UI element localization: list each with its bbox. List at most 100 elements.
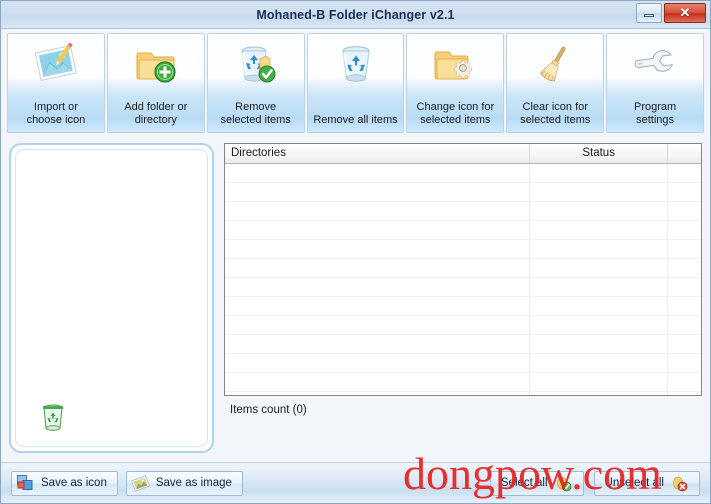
toolbar-button-change-icon-for-selected-items[interactable]: Change icon for selected items bbox=[406, 33, 505, 133]
table-cell-extra bbox=[667, 220, 701, 240]
recycle-bin-icon bbox=[333, 40, 379, 88]
save-image-icon bbox=[130, 474, 150, 493]
bottom-toolbar: Save as icon Save as image Select all Un… bbox=[1, 448, 710, 503]
toolbar-label-remove-selected-items: Remove selected items bbox=[220, 101, 291, 126]
unselect-all-label: Unselect all bbox=[604, 477, 664, 489]
table-cell-dir bbox=[225, 296, 531, 316]
table-cell-status bbox=[529, 163, 669, 183]
column-header-status[interactable]: Status bbox=[529, 144, 669, 164]
column-header-extra[interactable] bbox=[667, 144, 701, 164]
table-row[interactable] bbox=[225, 353, 701, 373]
table-cell-dir bbox=[225, 315, 531, 335]
window-controls: ✕ bbox=[636, 3, 706, 23]
table-cell-extra bbox=[667, 277, 701, 297]
toolbar-label-clear-icon-for-selected-items: Clear icon for selected items bbox=[520, 101, 591, 126]
table-cell-extra bbox=[667, 163, 701, 183]
column-header-directories[interactable]: Directories bbox=[225, 144, 531, 164]
folder-gear-icon bbox=[432, 40, 478, 88]
toolbar-label-program-settings: Program settings bbox=[633, 101, 677, 126]
main-content: Directories Status Items count (0) bbox=[1, 133, 710, 462]
table-cell-status bbox=[529, 201, 669, 221]
table-cell-status bbox=[529, 315, 669, 335]
toolbar-label-remove-all-items: Remove all items bbox=[313, 113, 398, 126]
recycle-bin-check-icon bbox=[233, 40, 279, 88]
directories-table: Directories Status bbox=[225, 144, 701, 395]
icon-preview-panel[interactable] bbox=[9, 143, 214, 453]
picture-icon bbox=[33, 40, 79, 88]
toolbar-label-change-icon-for-selected-items: Change icon for selected items bbox=[416, 101, 495, 126]
save-as-image-button[interactable]: Save as image bbox=[125, 470, 243, 496]
table-cell-status bbox=[529, 239, 669, 259]
select-all-icon bbox=[554, 474, 573, 493]
table-cell-extra bbox=[667, 353, 701, 373]
table-cell-extra bbox=[667, 182, 701, 202]
table-cell-status bbox=[529, 182, 669, 202]
toolbar-button-import-or-choose-icon[interactable]: Import or choose icon bbox=[7, 33, 105, 133]
table-cell-status bbox=[529, 353, 669, 373]
table-row[interactable] bbox=[225, 201, 701, 221]
table-cell-dir bbox=[225, 334, 531, 354]
close-button[interactable]: ✕ bbox=[664, 3, 706, 23]
table-cell-extra bbox=[667, 334, 701, 354]
table-cell-dir bbox=[225, 163, 531, 183]
table-cell-extra bbox=[667, 315, 701, 335]
save-icon-icon bbox=[16, 474, 35, 493]
selection-buttons: Select all Unselect all bbox=[489, 470, 700, 496]
main-toolbar: Import or choose icon Add folder or dire… bbox=[7, 33, 705, 133]
table-row[interactable] bbox=[225, 258, 701, 278]
toolbar-button-remove-all-items[interactable]: Remove all items bbox=[306, 33, 405, 133]
unselect-all-icon bbox=[670, 474, 689, 493]
minimize-button[interactable] bbox=[636, 3, 662, 23]
table-header: Directories Status bbox=[225, 144, 701, 164]
toolbar-label-import-or-choose-icon: Import or choose icon bbox=[26, 101, 86, 126]
toolbar-label-add-folder-or-directory: Add folder or directory bbox=[124, 101, 188, 126]
unselect-all-button[interactable]: Unselect all bbox=[593, 470, 700, 496]
table-cell-extra bbox=[667, 296, 701, 316]
toolbar-button-add-folder-or-directory[interactable]: Add folder or directory bbox=[106, 33, 205, 133]
toolbar-button-remove-selected-items[interactable]: Remove selected items bbox=[206, 33, 305, 133]
table-cell-dir bbox=[225, 258, 531, 278]
table-cell-dir bbox=[225, 201, 531, 221]
wrench-icon bbox=[632, 40, 678, 88]
table-cell-status bbox=[529, 296, 669, 316]
application-window: Mohaned-B Folder iChanger v2.1 ✕ Import … bbox=[0, 0, 711, 504]
table-cell-extra bbox=[667, 258, 701, 278]
icon-preview-canvas[interactable] bbox=[15, 149, 208, 447]
table-row[interactable] bbox=[225, 372, 701, 392]
table-cell-status bbox=[529, 277, 669, 297]
save-as-icon-button[interactable]: Save as icon bbox=[11, 470, 118, 496]
table-cell-dir bbox=[225, 220, 531, 240]
table-cell-dir bbox=[225, 353, 531, 373]
table-row[interactable] bbox=[225, 296, 701, 316]
table-cell-status bbox=[529, 334, 669, 354]
table-row[interactable] bbox=[225, 315, 701, 335]
table-cell-status bbox=[529, 220, 669, 240]
table-cell-extra bbox=[667, 372, 701, 392]
table-cell-dir bbox=[225, 239, 531, 259]
table-row[interactable] bbox=[225, 220, 701, 240]
table-cell-extra bbox=[667, 201, 701, 221]
select-all-button[interactable]: Select all bbox=[489, 470, 584, 496]
close-icon: ✕ bbox=[679, 5, 691, 20]
table-row[interactable] bbox=[225, 163, 701, 183]
table-row[interactable] bbox=[225, 277, 701, 297]
table-cell-status bbox=[529, 258, 669, 278]
table-cell-dir bbox=[225, 372, 531, 392]
table-row[interactable] bbox=[225, 182, 701, 202]
items-count-label: Items count (0) bbox=[230, 404, 307, 416]
table-row[interactable] bbox=[225, 334, 701, 354]
save-as-image-label: Save as image bbox=[155, 477, 232, 489]
broom-icon bbox=[532, 40, 578, 88]
toolbar-button-program-settings[interactable]: Program settings bbox=[606, 33, 705, 133]
table-row[interactable] bbox=[225, 239, 701, 259]
preview-recycle-bin-green-icon bbox=[43, 404, 63, 431]
directories-list[interactable]: Directories Status bbox=[224, 143, 702, 396]
folder-add-icon bbox=[133, 40, 179, 88]
table-cell-extra bbox=[667, 239, 701, 259]
save-as-icon-label: Save as icon bbox=[41, 477, 107, 489]
window-title: Mohaned-B Folder iChanger v2.1 bbox=[256, 7, 455, 22]
select-all-label: Select all bbox=[500, 477, 548, 489]
minimize-icon bbox=[644, 14, 654, 17]
table-body[interactable] bbox=[225, 163, 701, 395]
toolbar-button-clear-icon-for-selected-items[interactable]: Clear icon for selected items bbox=[506, 33, 605, 133]
